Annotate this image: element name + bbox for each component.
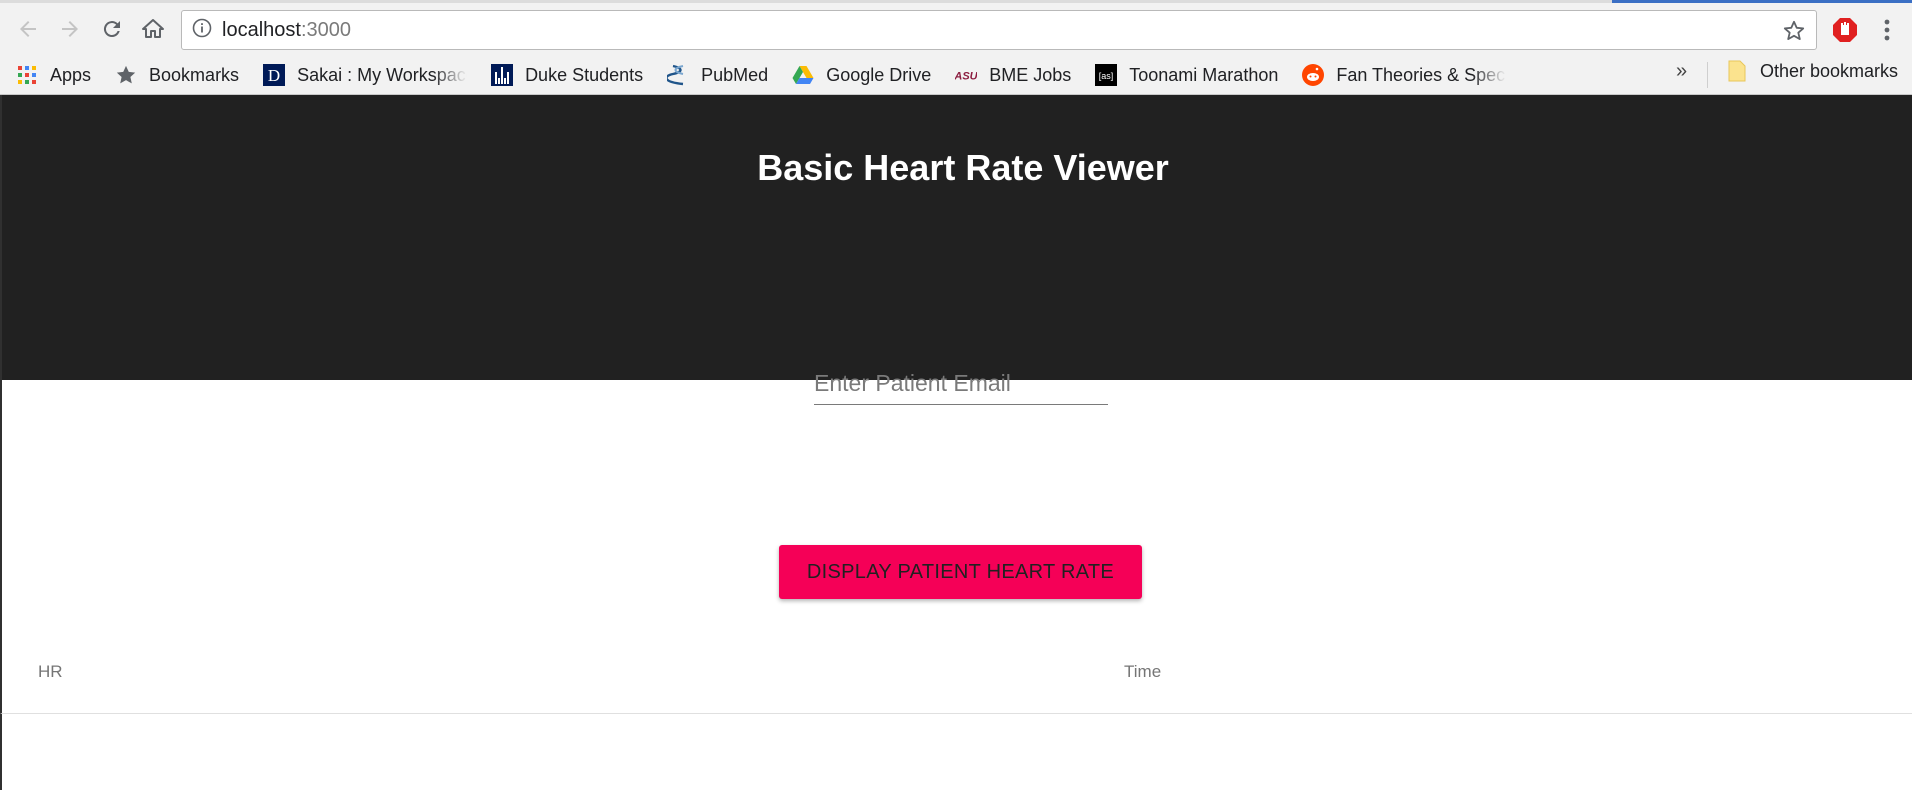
duke-d-icon: D [263, 64, 286, 86]
bookmark-label: Toonami Marathon [1129, 64, 1279, 85]
folder-icon [1726, 60, 1748, 82]
adult-swim-icon: [as] [1095, 64, 1118, 86]
site-info-icon[interactable] [192, 18, 212, 43]
apps-grid-icon [16, 64, 38, 86]
bookmark-label: Sakai : My Workspace [297, 64, 468, 85]
bookmark-label: Duke Students [525, 64, 644, 85]
address-bar[interactable]: localhost:3000 [181, 10, 1817, 50]
bookmark-apps[interactable]: Apps [0, 60, 99, 90]
tab-strip-edge [0, 0, 1912, 3]
bookmarks-bar: Apps Bookmarks D Sakai : My Workspace Du… [0, 56, 1912, 94]
bookmarks-separator [1707, 62, 1708, 88]
svg-text:[as]: [as] [1099, 71, 1114, 81]
back-button[interactable] [10, 13, 46, 49]
bookmark-star-icon[interactable] [1782, 19, 1806, 48]
page-left-border [0, 380, 2, 790]
column-header-hr[interactable]: HR [38, 662, 63, 682]
home-button[interactable] [135, 13, 171, 49]
patient-email-input[interactable] [814, 363, 1108, 405]
bookmark-bookmarks-folder[interactable]: Bookmarks [99, 60, 247, 90]
bookmark-other-bookmarks[interactable]: Other bookmarks [1710, 56, 1906, 86]
url-host: localhost [222, 18, 301, 41]
browser-menu-icon[interactable] [1882, 17, 1892, 48]
svg-text:ASU: ASU [955, 71, 977, 82]
bookmark-label: PubMed [701, 64, 769, 85]
bookmark-google-drive[interactable]: Google Drive [776, 60, 939, 90]
bookmark-sakai[interactable]: D Sakai : My Workspace [247, 60, 475, 90]
bookmark-fan-theories[interactable]: Fan Theories & Specu [1286, 60, 1514, 90]
column-header-time[interactable]: Time [1124, 662, 1161, 682]
bookmark-bme-jobs[interactable]: ASU BME Jobs [939, 60, 1079, 90]
browser-toolbar: localhost:3000 [0, 5, 1912, 55]
bookmark-pubmed[interactable]: PubMed [651, 60, 776, 90]
star-icon [115, 64, 137, 86]
page-title: Basic Heart Rate Viewer [757, 147, 1169, 188]
back-arrow-icon [16, 17, 40, 46]
bookmark-label: BME Jobs [989, 64, 1072, 85]
reload-icon [100, 17, 124, 46]
bookmark-label: Apps [50, 64, 92, 85]
reload-button[interactable] [94, 13, 130, 49]
bookmark-toonami[interactable]: [as] Toonami Marathon [1079, 60, 1286, 90]
bookmarks-overflow-chevron[interactable]: » [1676, 60, 1687, 83]
pubmed-icon [667, 64, 689, 86]
asu-icon: ASU [955, 64, 977, 86]
google-drive-icon [792, 64, 814, 86]
display-heart-rate-button[interactable]: DISPLAY PATIENT HEART RATE [779, 545, 1142, 599]
bookmark-duke-students[interactable]: Duke Students [475, 60, 651, 90]
browser-chrome: localhost:3000 Apps Bookmarks D Sakai: … [0, 0, 1912, 95]
adblock-extension-icon[interactable] [1832, 17, 1858, 48]
home-icon [141, 17, 165, 46]
forward-button[interactable] [52, 13, 88, 49]
bookmark-label: Bookmarks [149, 64, 240, 85]
heart-rate-table-header: HR Time [0, 646, 1912, 714]
url-text: localhost:3000 [222, 19, 351, 42]
app-header-bar: Basic Heart Rate Viewer [0, 95, 1912, 380]
bookmark-label: Fan Theories & Specu [1336, 64, 1507, 85]
bookmark-label: Google Drive [826, 64, 932, 85]
bookmark-label: Other bookmarks [1760, 60, 1899, 81]
svg-text:D: D [268, 66, 280, 85]
duke-chapel-icon [491, 64, 514, 86]
reddit-icon [1302, 64, 1325, 86]
url-port: :3000 [300, 18, 351, 41]
forward-arrow-icon [58, 17, 82, 46]
